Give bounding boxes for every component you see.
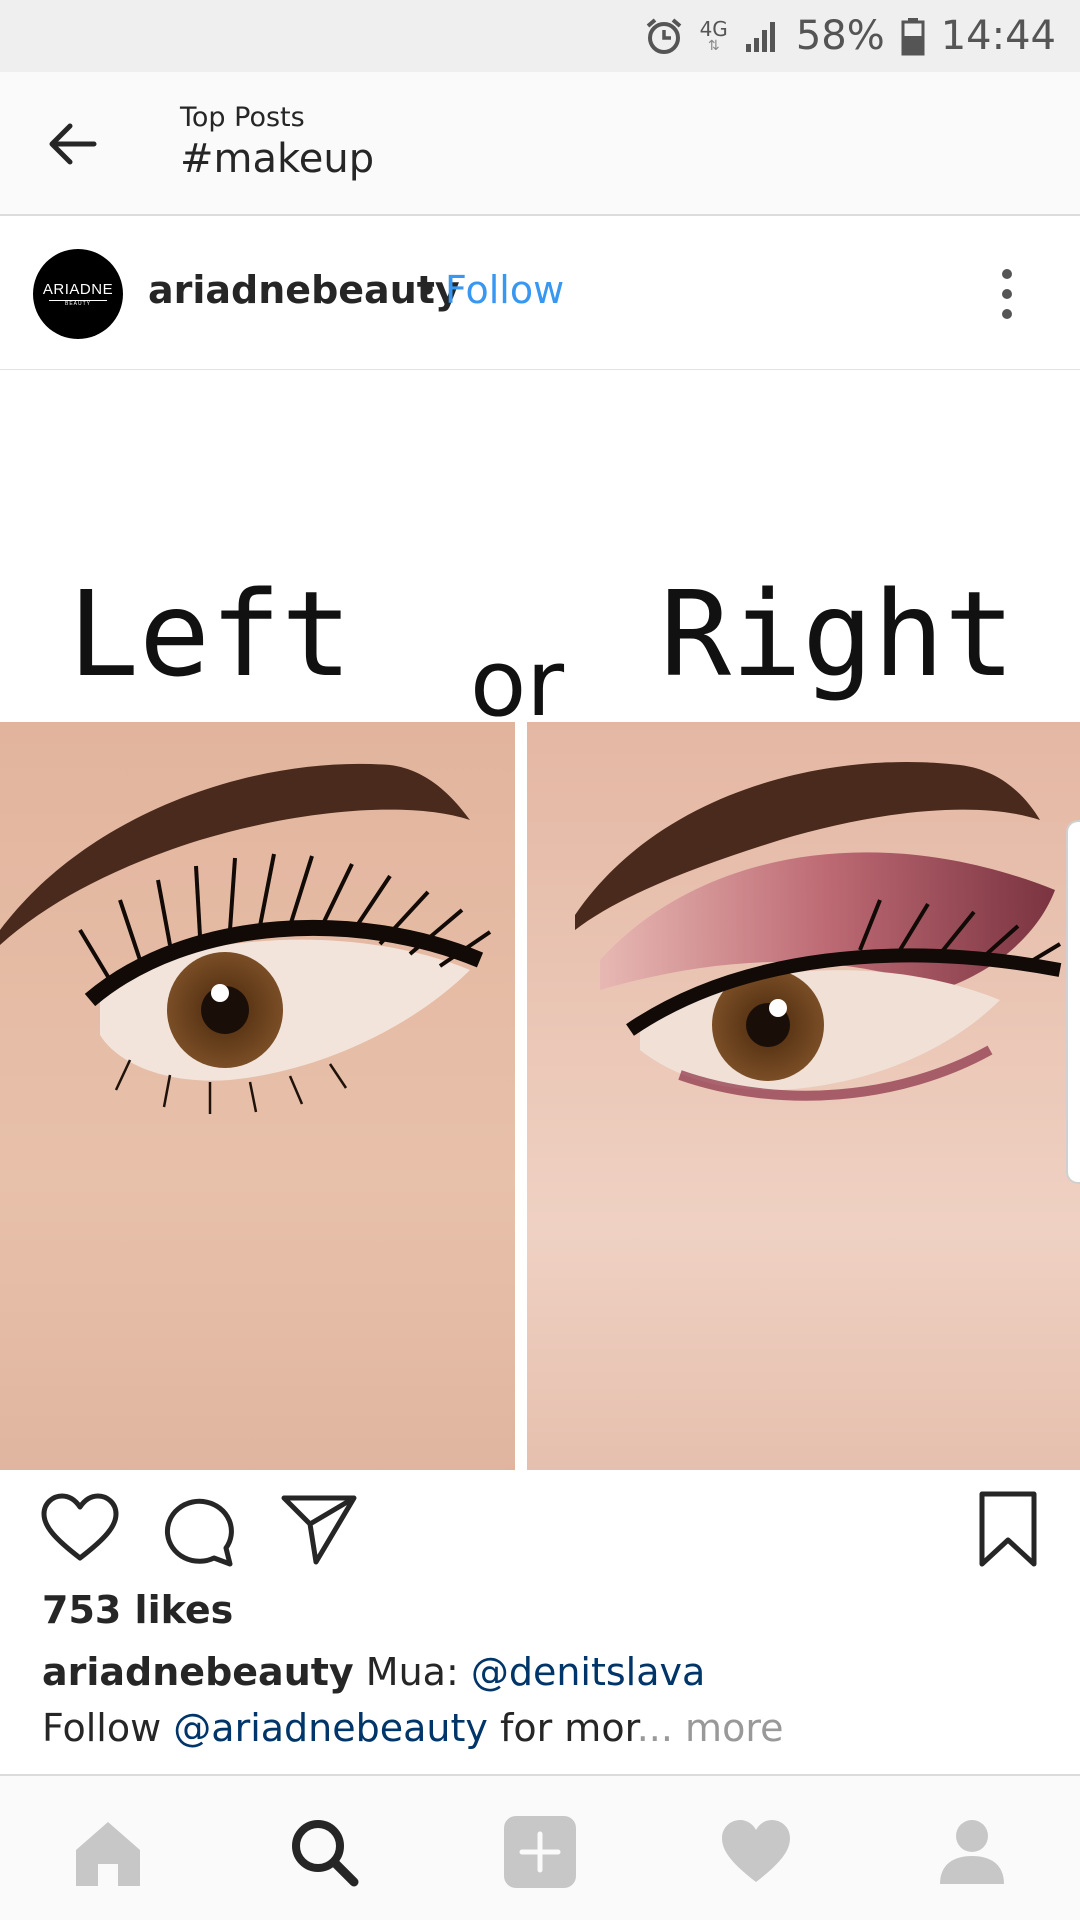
image-text-left: Left [68, 565, 352, 703]
caption-line-2: Follow @ariadnebeauty for mor... more [42, 1706, 783, 1750]
add-post-icon [504, 1816, 576, 1888]
caption-username[interactable]: ariadnebeauty [42, 1650, 354, 1694]
top-app-bar: Top Posts #makeup [0, 72, 1080, 216]
network-4g-icon: 4G ⇅ [699, 17, 728, 54]
status-bar: 4G ⇅ 58% 14:44 [0, 0, 1080, 72]
scroll-handle[interactable] [1066, 820, 1080, 1184]
post-header: ARIADNE BEAUTY ariadnebeauty • Follow [0, 216, 1080, 370]
heart-icon [41, 1493, 119, 1561]
search-icon [292, 1820, 359, 1887]
signal-icon [745, 22, 775, 52]
avatar-logo-text: ARIADNE [42, 281, 114, 298]
home-icon [76, 1822, 140, 1886]
post-photo: Left or Right [0, 565, 1080, 1470]
follow-button[interactable]: Follow [445, 268, 564, 312]
post-username[interactable]: ariadnebeauty [148, 268, 460, 312]
more-vertical-icon [1002, 269, 1012, 319]
caption-ellipsis: ... [636, 1706, 673, 1750]
caption-line-1: ariadnebeauty Mua: @denitslava [42, 1650, 705, 1694]
caption-text: Mua: [365, 1650, 471, 1694]
post-image[interactable]: Left or Right [0, 370, 1080, 1470]
bookmark-icon [979, 1491, 1037, 1567]
bookmark-button[interactable] [968, 1490, 1048, 1570]
caption-line2-end: for mor [487, 1706, 637, 1750]
clock: 14:44 [940, 13, 1056, 59]
nav-activity[interactable] [716, 1812, 796, 1892]
caption-line2-start: Follow [42, 1706, 174, 1750]
post-actions [0, 1470, 1080, 1570]
activity-heart-icon [722, 1820, 790, 1882]
caption-mention[interactable]: @denitslava [471, 1650, 705, 1694]
header-subtitle: Top Posts [180, 102, 305, 133]
right-eye-photo [527, 722, 1080, 1470]
page-title: #makeup [180, 136, 375, 182]
left-eye-photo [0, 722, 515, 1470]
likes-count[interactable]: 753 likes [42, 1588, 233, 1632]
battery-icon [901, 18, 925, 56]
comment-button[interactable] [160, 1490, 240, 1570]
network-type: 4G [699, 17, 728, 41]
nav-new-post[interactable] [500, 1812, 580, 1892]
avatar[interactable]: ARIADNE BEAUTY [33, 249, 123, 339]
avatar-logo-subtext: BEAUTY [64, 301, 91, 307]
arrow-left-icon [49, 123, 97, 165]
share-button[interactable] [280, 1490, 360, 1570]
comment-icon [164, 1498, 234, 1567]
panel-divider [515, 722, 527, 1470]
caption-more-link[interactable]: more [685, 1706, 783, 1750]
caption-line2-mention[interactable]: @ariadnebeauty [173, 1706, 488, 1750]
image-text-right: Right [660, 565, 1015, 703]
image-text-or: or [470, 630, 564, 737]
bottom-navigation [0, 1774, 1080, 1920]
nav-profile[interactable] [932, 1812, 1012, 1892]
username-separator: • [416, 268, 439, 312]
more-options-button[interactable] [990, 264, 1024, 324]
back-button[interactable] [40, 112, 104, 176]
like-button[interactable] [40, 1490, 120, 1570]
battery-percent: 58% [795, 13, 885, 59]
share-icon [281, 1495, 357, 1565]
nav-home[interactable] [68, 1812, 148, 1892]
alarm-icon [646, 18, 681, 54]
profile-icon [940, 1820, 1004, 1884]
nav-search[interactable] [284, 1812, 364, 1892]
